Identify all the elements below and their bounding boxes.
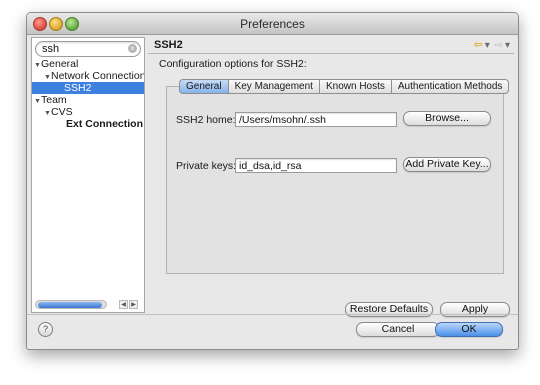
filter-input[interactable]	[42, 42, 122, 55]
back-menu-chevron-icon[interactable]: ▾	[485, 40, 490, 51]
preferences-tree: ▼General ▼Network Connections SSH2 ▼Team…	[32, 58, 144, 130]
tab-key-management[interactable]: Key Management	[228, 79, 320, 94]
disclosure-triangle-icon[interactable]: ▼	[34, 60, 41, 70]
cancel-button[interactable]: Cancel	[356, 322, 440, 337]
page-title: SSH2	[154, 39, 183, 51]
title-bar: Preferences	[27, 13, 518, 35]
add-private-key-button[interactable]: Add Private Key...	[403, 157, 491, 172]
tab-general[interactable]: General	[179, 79, 229, 94]
forward-arrow-icon[interactable]: ⇨	[495, 40, 503, 51]
disclosure-triangle-icon[interactable]: ▼	[44, 72, 51, 82]
back-arrow-icon[interactable]: ⇦	[474, 39, 483, 51]
private-keys-field	[235, 158, 397, 173]
forward-menu-chevron-icon[interactable]: ▾	[505, 40, 510, 51]
tree-item-cvs[interactable]: ▼CVS	[32, 106, 144, 118]
help-icon[interactable]: ?	[38, 322, 53, 337]
page-header: SSH2 ⇦ ▾ ⇨ ▾	[148, 37, 514, 54]
scroll-right-arrow-icon[interactable]: ▶	[129, 300, 138, 309]
sidebar-horizontal-scrollbar[interactable]: ◀ ▶	[35, 300, 141, 309]
ssh2-home-input[interactable]	[236, 113, 396, 126]
disclosure-triangle-icon[interactable]: ▼	[44, 108, 51, 118]
preferences-window: Preferences × ▼General ▼Network Connecti…	[26, 12, 519, 350]
tree-item-general[interactable]: ▼General	[32, 58, 144, 70]
disclosure-triangle-icon[interactable]: ▼	[34, 96, 41, 106]
tab-bar: General Key Management Known Hosts Authe…	[179, 79, 510, 94]
history-navigation: ⇦ ▾ ⇨ ▾	[472, 38, 510, 51]
tree-item-ext-connection-method[interactable]: Ext Connection M	[32, 118, 144, 130]
tree-item-team[interactable]: ▼Team	[32, 94, 144, 106]
window-title: Preferences	[240, 17, 305, 31]
scroll-left-arrow-icon[interactable]: ◀	[119, 300, 128, 309]
tree-item-ssh2[interactable]: SSH2	[32, 82, 144, 94]
tab-panel-general: SSH2 home: Browse... Private keys: Add P…	[166, 86, 504, 274]
scrollbar-thumb[interactable]	[38, 302, 102, 308]
page-description: Configuration options for SSH2:	[159, 58, 307, 70]
ssh2-home-label: SSH2 home:	[176, 114, 236, 126]
browse-button[interactable]: Browse...	[403, 111, 491, 126]
scrollbar-track[interactable]	[35, 300, 107, 309]
private-keys-input[interactable]	[236, 159, 396, 172]
tree-item-network-connections[interactable]: ▼Network Connections	[32, 70, 144, 82]
tab-authentication-methods[interactable]: Authentication Methods	[391, 79, 510, 94]
tab-known-hosts[interactable]: Known Hosts	[319, 79, 392, 94]
preference-page: SSH2 ⇦ ▾ ⇨ ▾ Configuration options for SSH…	[148, 37, 514, 317]
clear-search-icon[interactable]: ×	[128, 44, 137, 53]
private-keys-label: Private keys:	[176, 160, 237, 172]
preferences-sidebar: × ▼General ▼Network Connections SSH2 ▼Te…	[31, 37, 145, 313]
filter-search-box: ×	[35, 41, 141, 57]
ssh2-home-field	[235, 112, 397, 127]
footer-divider	[27, 314, 518, 315]
ok-button[interactable]: OK	[435, 322, 503, 337]
